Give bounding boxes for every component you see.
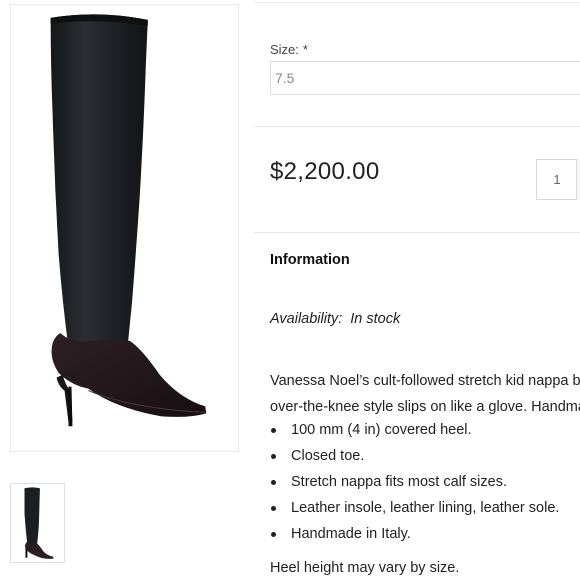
product-price: $2,200.00 [270, 158, 380, 185]
feature-item: Leather insole, leather lining, leather … [270, 495, 559, 521]
availability-value: In stock [350, 311, 401, 327]
information-heading: Information [270, 252, 350, 268]
over-the-knee-boot-image [50, 14, 207, 427]
feature-item: Closed toe. [270, 443, 559, 469]
description-line: Vanessa Noel’s cult-followed stretch kid… [270, 373, 580, 389]
product-details-panel: Size:* $2,200.00 Information Availabilit… [254, 0, 580, 579]
heel-height-note: Heel height may vary by size. [270, 560, 460, 576]
product-main-image[interactable] [10, 4, 239, 452]
required-marker: * [302, 42, 308, 57]
feature-item: Handmade in Italy. [270, 521, 559, 547]
feature-item: Stretch nappa fits most calf sizes. [270, 469, 559, 495]
quantity-add-button-edge[interactable] [576, 159, 580, 200]
divider [254, 2, 580, 3]
divider [254, 232, 580, 233]
feature-item: 100 mm (4 in) covered heel. [270, 417, 559, 443]
feature-list: 100 mm (4 in) covered heel. Closed toe. … [270, 417, 559, 547]
size-label-text: Size: [270, 42, 299, 57]
divider [254, 126, 580, 127]
availability: Availability: In stock [270, 311, 400, 327]
availability-label: Availability: [270, 311, 343, 327]
product-thumbnail[interactable] [10, 483, 65, 563]
quantity-input[interactable] [536, 159, 578, 200]
size-input[interactable] [270, 61, 580, 95]
boot-thumbnail-image [24, 487, 54, 559]
product-description: Vanessa Noel’s cult-followed stretch kid… [270, 368, 580, 420]
size-label: Size: * [270, 42, 308, 57]
